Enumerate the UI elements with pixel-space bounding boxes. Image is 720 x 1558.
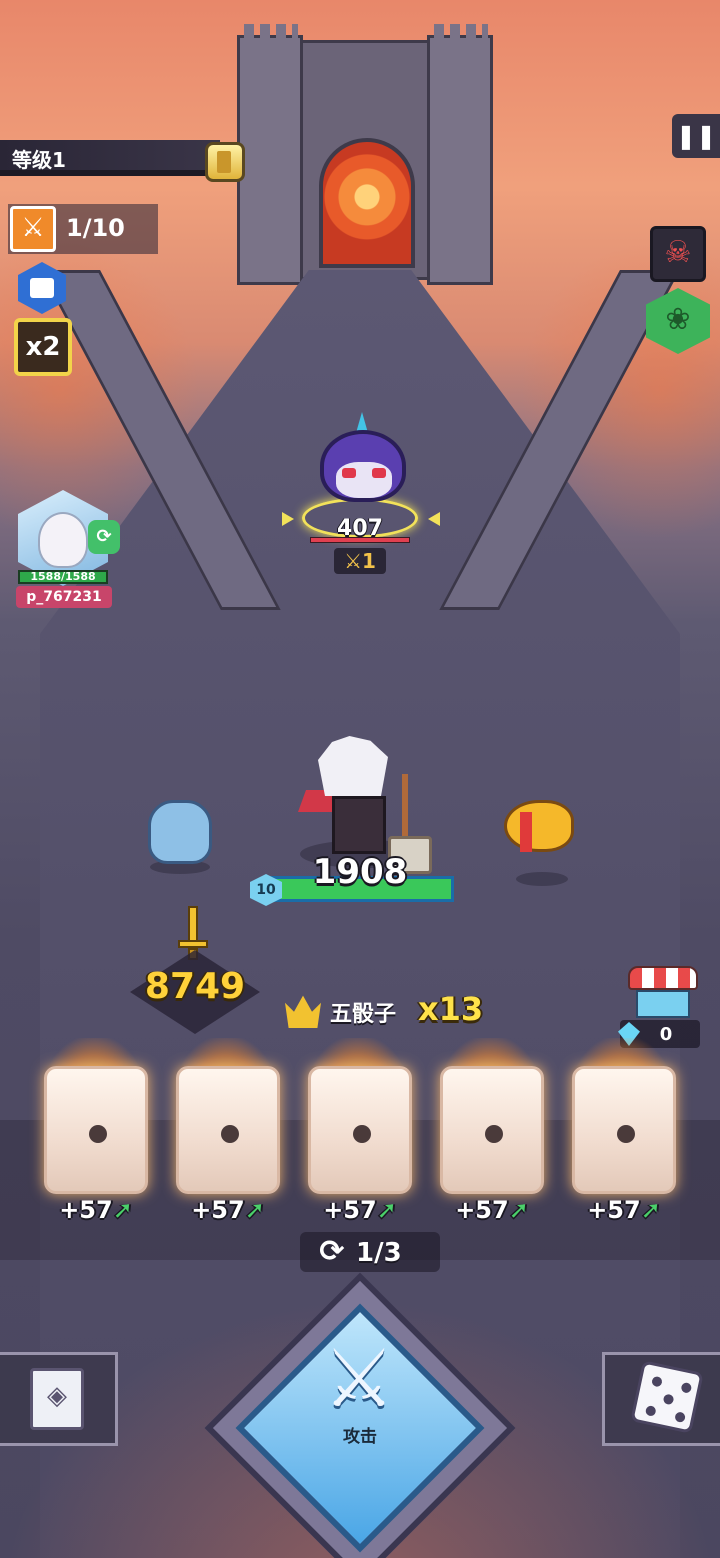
die-pip <box>485 1125 503 1143</box>
power-value: 8749 <box>144 966 246 1007</box>
paw-icon: ❀ <box>665 302 691 337</box>
hero-staff <box>402 774 408 844</box>
pause-button[interactable]: ❚❚ <box>672 114 720 158</box>
die-bonus: +57➚ <box>310 1196 410 1224</box>
die-2[interactable] <box>176 1066 280 1194</box>
die-bonus-value: +57 <box>191 1196 245 1224</box>
enemy-eye-left <box>342 468 356 478</box>
combo-label: 五骰子 <box>330 1002 397 1027</box>
die-bonus-value: +57 <box>323 1196 377 1224</box>
attack-label: 攻击 <box>343 1427 377 1447</box>
shop-button[interactable] <box>628 966 698 1022</box>
crossed-swords-icon: ⚔ <box>10 206 56 252</box>
pet-bell-creature <box>504 800 574 852</box>
hero-body <box>332 796 386 854</box>
die-bonus: +57➚ <box>574 1196 674 1224</box>
die-bonus: +57➚ <box>46 1196 146 1224</box>
die-1[interactable] <box>44 1066 148 1194</box>
up-arrow-icon: ➚ <box>508 1196 529 1224</box>
up-arrow-icon: ➚ <box>640 1196 661 1224</box>
die-4[interactable] <box>440 1066 544 1194</box>
dice-icon <box>630 1360 704 1434</box>
die-bonus-value: +57 <box>587 1196 641 1224</box>
pet-bell-ribbon <box>520 812 532 852</box>
castle-portal <box>319 138 415 268</box>
die-5[interactable] <box>572 1066 676 1194</box>
speed-toggle-button[interactable]: x2 <box>14 318 72 376</box>
reroll-count: 1/3 <box>356 1238 402 1268</box>
sync-icon[interactable]: ⟳ <box>88 520 120 554</box>
pause-icon: ❚❚ <box>675 122 717 150</box>
player-name: p_767231 <box>16 586 112 608</box>
die-pip <box>89 1125 107 1143</box>
castle-tower-left <box>237 24 303 285</box>
shop-stall <box>636 990 690 1018</box>
combo-multiplier: x13 <box>418 990 484 1028</box>
die-pip <box>617 1125 635 1143</box>
die-bonus-value: +57 <box>59 1196 113 1224</box>
shop-awning <box>628 966 698 990</box>
sword-icon: ⚔ <box>344 549 362 573</box>
die-bonus-value: +57 <box>455 1196 509 1224</box>
die-bonus: +57➚ <box>178 1196 278 1224</box>
die-pip <box>221 1125 239 1143</box>
dice-buff-icon-inner <box>30 278 54 298</box>
target-arrow-left <box>282 512 294 526</box>
castle <box>237 24 493 285</box>
enemy-eye-right <box>372 468 386 478</box>
die-pip <box>353 1125 371 1143</box>
pet-ice-creature <box>148 800 212 864</box>
level-label: 等级1 <box>12 148 66 172</box>
die-bonus: +57➚ <box>442 1196 542 1224</box>
pet-right-shadow <box>516 872 568 886</box>
sword-guard <box>178 940 208 948</box>
target-arrow-right <box>428 512 440 526</box>
crossed-swords-icon: ⚔ <box>323 1332 395 1425</box>
avatar <box>38 512 88 568</box>
die-3[interactable] <box>308 1066 412 1194</box>
enemy-hp-bar <box>310 537 410 543</box>
enemy-attack-badge: ⚔1 <box>334 548 386 574</box>
castle-tower-right <box>427 24 493 285</box>
up-arrow-icon: ➚ <box>112 1196 133 1224</box>
card-icon[interactable] <box>205 142 245 182</box>
up-arrow-icon: ➚ <box>376 1196 397 1224</box>
stage-progress: 1/10 <box>66 214 125 242</box>
skull-button[interactable]: ☠ <box>650 226 706 282</box>
reroll-icon: ⟳ <box>319 1234 345 1269</box>
skull-icon: ☠ <box>664 235 692 270</box>
sword-blade <box>188 906 198 942</box>
up-arrow-icon: ➚ <box>244 1196 265 1224</box>
enemy-attack-level: 1 <box>362 549 376 573</box>
book-icon <box>30 1368 84 1430</box>
hero-hp: 1908 <box>312 852 408 892</box>
player-hp: 1588/1588 <box>18 570 108 584</box>
